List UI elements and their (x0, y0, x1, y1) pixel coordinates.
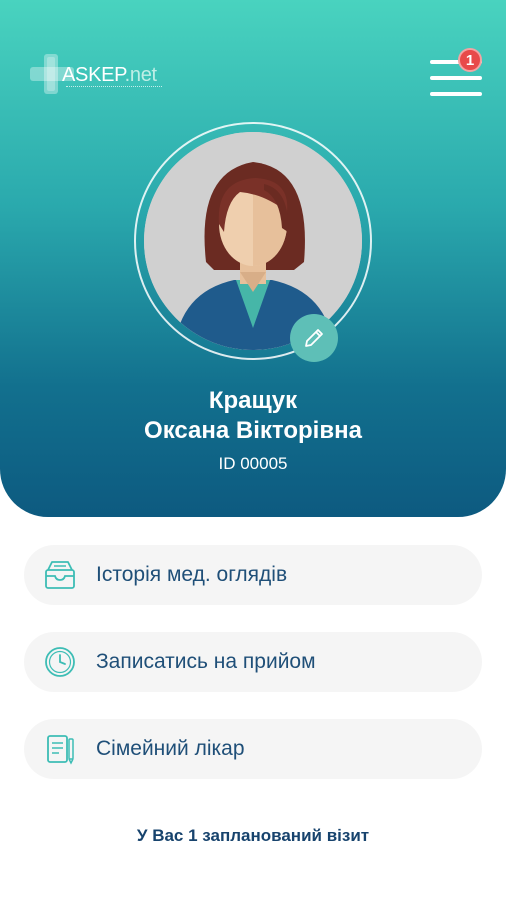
hamburger-icon-bar (430, 76, 482, 80)
menu-item-label: Записатись на прийом (96, 650, 316, 673)
hamburger-icon-bar (430, 92, 482, 96)
logo-tagline (66, 86, 162, 88)
user-first-middle-name: Оксана Вікторівна (144, 417, 362, 444)
menu-item-family-doctor[interactable]: Сімейний лікар (24, 719, 482, 779)
clock-icon (44, 646, 76, 678)
logo-main-text: ASKEP (62, 64, 125, 86)
scheduled-visit-note[interactable]: У Вас 1 запланований візит (0, 826, 506, 846)
logo-suffix-text: .net (124, 64, 157, 86)
askep-logo: ASKEP.net (22, 52, 162, 98)
archive-tray-icon (44, 559, 76, 591)
woman-avatar-icon (144, 132, 362, 350)
menu-item-book-appointment[interactable]: Записатись на прийом (24, 632, 482, 692)
menu-item-label: Сімейний лікар (96, 737, 245, 760)
notepad-pen-icon (44, 733, 76, 765)
pencil-icon (305, 329, 323, 347)
edit-profile-button[interactable] (290, 314, 338, 362)
menu-item-exam-history[interactable]: Історія мед. оглядів (24, 545, 482, 605)
notification-badge[interactable]: 1 (458, 48, 482, 72)
avatar[interactable] (144, 132, 362, 350)
user-id: ID 00005 (218, 454, 288, 473)
user-last-name: Кращук (208, 387, 298, 414)
profile-header: ASKEP.net 1 Кращук Оксана Вікторівна ID … (0, 0, 506, 517)
menu-item-label: Історія мед. оглядів (96, 563, 288, 586)
